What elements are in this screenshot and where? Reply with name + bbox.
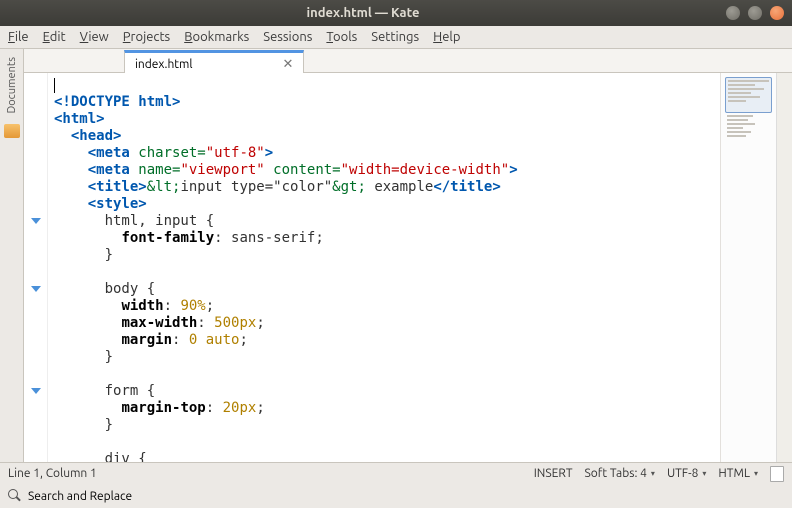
chevron-down-icon: ▾ [754,469,758,478]
search-bar[interactable]: Search and Replace [0,484,792,508]
statusbar: Line 1, Column 1 INSERT Soft Tabs: 4 ▾ U… [0,462,792,484]
fold-gutter[interactable] [24,73,48,462]
cursor-position[interactable]: Line 1, Column 1 [8,467,97,480]
vertical-scrollbar[interactable] [776,73,792,462]
menu-tools[interactable]: Tools [326,30,357,44]
documents-panel-button[interactable]: Documents [6,53,18,118]
folder-icon[interactable] [4,124,20,138]
menu-view[interactable]: View [80,30,109,44]
tab-index-html[interactable]: index.html ✕ [124,50,304,73]
window-title: index.html — Kate [0,6,726,20]
chevron-down-icon: ▾ [651,469,655,478]
search-label: Search and Replace [28,490,132,503]
insert-mode[interactable]: INSERT [534,467,573,480]
minimap[interactable] [720,73,776,462]
menu-sessions[interactable]: Sessions [263,30,312,44]
fold-marker-icon[interactable] [31,286,41,292]
soft-tabs-selector[interactable]: Soft Tabs: 4 ▾ [585,467,655,480]
maximize-button[interactable] [748,6,762,20]
code-editor[interactable]: <!DOCTYPE html> <html> <head> <meta char… [48,73,720,462]
window-controls [726,6,792,20]
menu-help[interactable]: Help [433,30,460,44]
search-icon [8,489,22,503]
menu-settings[interactable]: Settings [371,30,419,44]
chevron-down-icon: ▾ [702,469,706,478]
file-icon[interactable] [770,466,784,482]
minimap-viewport[interactable] [725,77,772,113]
menu-edit[interactable]: Edit [43,30,66,44]
minimize-button[interactable] [726,6,740,20]
side-panel: Documents [0,49,24,462]
tab-row: index.html ✕ [24,49,792,73]
main-area: Documents index.html ✕ [0,49,792,462]
encoding-selector[interactable]: UTF-8 ▾ [667,467,706,480]
fold-marker-icon[interactable] [31,218,41,224]
fold-marker-icon[interactable] [31,388,41,394]
close-icon[interactable]: ✕ [283,57,294,72]
menu-projects[interactable]: Projects [123,30,170,44]
editor-zone: index.html ✕ <!DOCTYPE html> <html> [24,49,792,462]
menu-file[interactable]: File [8,30,29,44]
menubar: File Edit View Projects Bookmarks Sessio… [0,26,792,49]
menu-bookmarks[interactable]: Bookmarks [184,30,249,44]
titlebar: index.html — Kate [0,0,792,26]
editor-body: <!DOCTYPE html> <html> <head> <meta char… [24,73,792,462]
language-selector[interactable]: HTML ▾ [718,467,758,480]
close-button[interactable] [770,6,784,20]
tab-label: index.html [135,58,193,71]
